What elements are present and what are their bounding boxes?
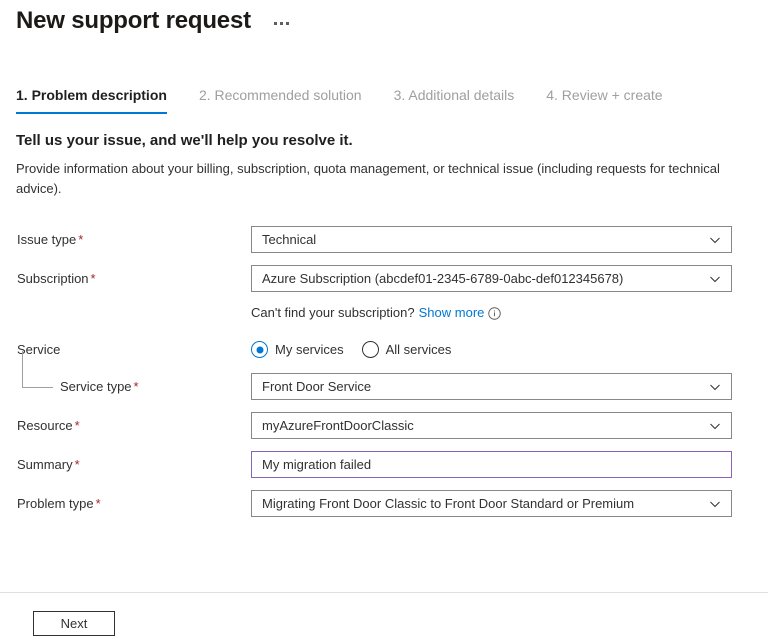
required-marker: * [74, 418, 80, 433]
radio-all-services-label: All services [385, 342, 452, 357]
summary-input[interactable]: My migration failed [251, 451, 732, 478]
radio-all-services[interactable]: All services [361, 341, 452, 358]
form-row-service: Service My services All services [0, 336, 768, 363]
issue-type-dropdown[interactable]: Technical [251, 226, 732, 253]
required-marker: * [133, 379, 139, 394]
intro-heading: Tell us your issue, and we'll help you r… [16, 132, 353, 149]
issue-type-field: Technical [251, 226, 732, 253]
footer-divider [0, 592, 768, 593]
tab-problem-description[interactable]: 1. Problem description [16, 86, 167, 114]
subscription-helper: Can't find your subscription? Show more [251, 304, 502, 322]
page-title: New support request [16, 7, 251, 34]
radio-selected-icon [251, 341, 268, 358]
radio-my-services-label: My services [275, 342, 344, 357]
form-row-issue-type: Issue type * Technical [0, 226, 768, 253]
subscription-label: Subscription * [0, 265, 251, 292]
problem-type-label-text: Problem type [17, 496, 94, 511]
chevron-down-icon [709, 234, 721, 246]
wizard-tabs: 1. Problem description 2. Recommended so… [16, 86, 695, 114]
resource-dropdown[interactable]: myAzureFrontDoorClassic [251, 412, 732, 439]
form-row-service-type: Service type * Front Door Service [0, 351, 768, 400]
tab-recommended-solution[interactable]: 2. Recommended solution [199, 86, 362, 114]
service-scope-field: My services All services [251, 336, 732, 363]
issue-type-value: Technical [262, 232, 317, 247]
resource-label-text: Resource [17, 418, 73, 433]
chevron-down-icon [709, 420, 721, 432]
service-type-value: Front Door Service [262, 379, 372, 394]
resource-label: Resource * [0, 412, 251, 439]
required-marker: * [78, 232, 84, 247]
helper-text: Can't find your subscription? [251, 305, 415, 320]
subscription-dropdown[interactable]: Azure Subscription (abcdef01-2345-6789-0… [251, 265, 732, 292]
service-type-field: Front Door Service [251, 373, 732, 400]
summary-field: My migration failed [251, 451, 732, 478]
chevron-down-icon [709, 498, 721, 510]
tab-additional-details[interactable]: 3. Additional details [394, 86, 515, 114]
form-row-subscription: Subscription * Azure Subscription (abcdef… [0, 265, 768, 292]
service-scope-radio-group: My services All services [251, 336, 732, 363]
radio-unselected-icon [361, 341, 379, 358]
show-more-link[interactable]: Show more [419, 304, 485, 322]
issue-type-label: Issue type * [0, 226, 251, 253]
chevron-down-icon [709, 273, 721, 285]
required-marker: * [95, 496, 101, 511]
summary-label-text: Summary [17, 457, 73, 472]
service-type-label: Service type * [0, 351, 251, 400]
issue-type-label-text: Issue type [17, 232, 77, 247]
form-row-problem-type: Problem type * Migrating Front Door Class… [0, 490, 768, 517]
required-marker: * [90, 271, 96, 286]
intro-body: Provide information about your billing, … [16, 161, 720, 196]
problem-type-field: Migrating Front Door Classic to Front Do… [251, 490, 732, 517]
helper-spacer [0, 304, 251, 322]
subscription-label-text: Subscription [17, 271, 89, 286]
more-options-icon[interactable] [271, 18, 292, 29]
form-row-resource: Resource * myAzureFrontDoorClassic [0, 412, 768, 439]
required-marker: * [74, 457, 80, 472]
info-icon[interactable] [488, 306, 502, 320]
tree-connector [22, 351, 53, 388]
next-button[interactable]: Next [33, 611, 115, 636]
resource-field: myAzureFrontDoorClassic [251, 412, 732, 439]
support-request-form: Issue type * Technical Subscription * Azur… [0, 226, 768, 529]
subscription-value: Azure Subscription (abcdef01-2345-6789-0… [262, 271, 624, 286]
page-header: New support request [16, 4, 292, 38]
tab-review-create[interactable]: 4. Review + create [546, 86, 662, 114]
subscription-field: Azure Subscription (abcdef01-2345-6789-0… [251, 265, 732, 292]
service-type-dropdown[interactable]: Front Door Service [251, 373, 732, 400]
chevron-down-icon [709, 381, 721, 393]
subscription-helper-row: Can't find your subscription? Show more [0, 304, 768, 322]
radio-my-services[interactable]: My services [251, 341, 344, 358]
new-support-request-page: New support request 1. Problem descripti… [0, 0, 768, 644]
summary-value: My migration failed [262, 457, 372, 472]
form-row-summary: Summary * My migration failed [0, 451, 768, 478]
problem-type-value: Migrating Front Door Classic to Front Do… [262, 496, 635, 511]
service-type-label-text: Service type [60, 379, 132, 394]
summary-label: Summary * [0, 451, 251, 478]
resource-value: myAzureFrontDoorClassic [262, 418, 414, 433]
problem-type-label: Problem type * [0, 490, 251, 517]
problem-type-dropdown[interactable]: Migrating Front Door Classic to Front Do… [251, 490, 732, 517]
